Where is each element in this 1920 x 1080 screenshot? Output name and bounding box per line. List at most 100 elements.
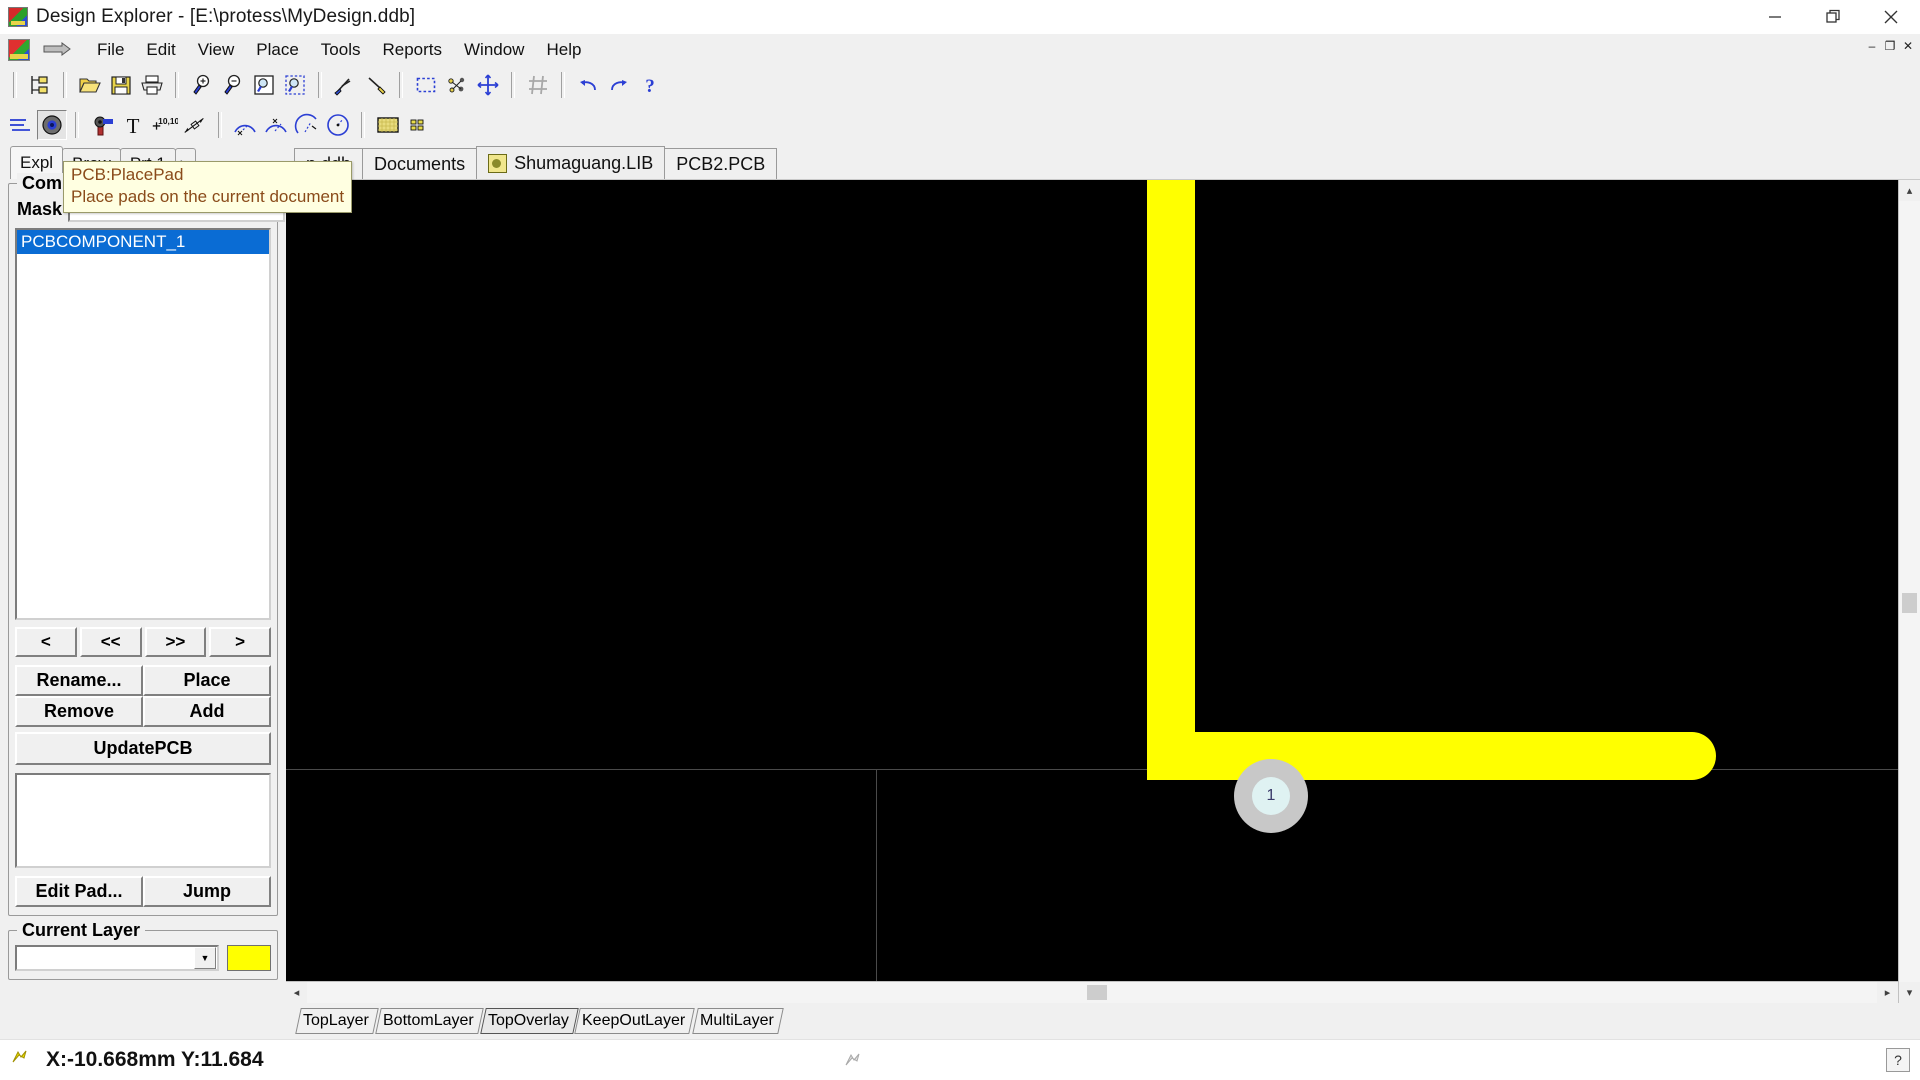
zoom-in-icon[interactable] xyxy=(187,70,217,100)
scroll-down-button[interactable]: ▾ xyxy=(1899,982,1920,1003)
doc-tab-label: Documents xyxy=(374,153,466,174)
app-logo-icon xyxy=(8,7,28,27)
current-layer-row: ▼ xyxy=(15,945,271,971)
place-arc-center-icon[interactable] xyxy=(230,110,260,140)
place-pad-icon[interactable] xyxy=(37,110,67,140)
doc-tab-pcb2-pcb[interactable]: PCB2.PCB xyxy=(664,148,778,179)
left-panel: Expl Brow Prt 1 ▶ Components Mask PCBCOM… xyxy=(0,145,286,1039)
close-window-button[interactable] xyxy=(1862,0,1920,34)
last-component-button[interactable]: >> xyxy=(144,627,207,657)
doc-tab-label: Shumaguang.LIB xyxy=(514,152,654,173)
layer-tab-multilayer[interactable]: MultiLayer xyxy=(691,1008,784,1034)
horizontal-scroll-thumb[interactable] xyxy=(1087,985,1107,1000)
place-coordinate-icon[interactable]: 10,10 xyxy=(149,110,179,140)
open-folder-icon[interactable] xyxy=(75,70,105,100)
move-selection-icon[interactable] xyxy=(442,70,472,100)
prev-component-button[interactable]: < xyxy=(15,627,77,657)
minimize-window-button[interactable] xyxy=(1746,0,1804,34)
vertical-scroll-thumb[interactable] xyxy=(1902,593,1917,613)
scroll-left-button[interactable]: ◂ xyxy=(286,982,307,1003)
mdi-close-button[interactable]: ✕ xyxy=(1900,38,1916,54)
current-layer-select[interactable]: ▼ xyxy=(15,945,219,971)
zoom-area-icon[interactable] xyxy=(280,70,310,100)
cut-icon[interactable] xyxy=(330,70,360,100)
doc-tab-documents[interactable]: Documents xyxy=(362,148,478,179)
layer-tab-label: KeepOutLayer xyxy=(582,1012,686,1029)
zoom-out-icon[interactable] xyxy=(218,70,248,100)
edit-pad-button[interactable]: Edit Pad... xyxy=(15,876,143,907)
place-full-circle-icon[interactable] xyxy=(323,110,353,140)
layer-tab-topoverlay[interactable]: TopOverlay xyxy=(479,1008,579,1034)
place-arc-edge-icon[interactable] xyxy=(261,110,291,140)
place-string-icon[interactable]: T xyxy=(118,110,148,140)
toolbar-separator xyxy=(511,72,515,98)
pcb-canvas[interactable]: 1 xyxy=(286,180,1898,981)
help-icon[interactable]: ? xyxy=(635,70,665,100)
pcb-track-vertical[interactable] xyxy=(1147,180,1195,780)
toolbar-separator xyxy=(361,112,365,138)
design-explorer-icon[interactable] xyxy=(25,70,55,100)
remove-button[interactable]: Remove xyxy=(15,696,143,727)
place-arc-any-icon[interactable] xyxy=(292,110,322,140)
scroll-up-button[interactable]: ▴ xyxy=(1899,180,1920,201)
horizontal-scroll-track[interactable] xyxy=(307,982,1877,1003)
place-fill-icon[interactable] xyxy=(373,110,403,140)
maximize-window-button[interactable] xyxy=(1804,0,1862,34)
update-pcb-button[interactable]: UpdatePCB xyxy=(15,732,271,765)
pcb-track-horizontal[interactable] xyxy=(1147,732,1692,780)
menu-window[interactable]: Window xyxy=(453,38,535,62)
pcb-pad-number: 1 xyxy=(1252,777,1290,815)
menu-tools[interactable]: Tools xyxy=(310,38,372,62)
dropdown-arrow-icon[interactable] xyxy=(40,39,74,61)
mdi-minimize-button[interactable]: – xyxy=(1864,38,1880,54)
current-layer-color-swatch[interactable] xyxy=(227,945,271,971)
window-title: Design Explorer - [E:\protess\MyDesign.d… xyxy=(36,6,416,27)
layer-tab-toplayer[interactable]: TopLayer xyxy=(295,1008,379,1034)
vertical-scrollbar[interactable]: ▴ ▾ xyxy=(1898,180,1920,1003)
mdi-restore-button[interactable]: ❐ xyxy=(1882,38,1898,54)
main-toolbar: ? xyxy=(0,65,1920,105)
move-icon[interactable] xyxy=(473,70,503,100)
list-item[interactable]: PCBCOMPONENT_1 xyxy=(17,230,269,254)
place-array-icon[interactable] xyxy=(404,110,434,140)
menu-view[interactable]: View xyxy=(187,38,246,62)
placement-toolbar: T 10,10 xyxy=(0,105,1920,145)
status-help-button[interactable]: ? xyxy=(1886,1048,1910,1072)
scroll-right-button[interactable]: ▸ xyxy=(1877,982,1898,1003)
svg-text:?: ? xyxy=(645,76,655,97)
menu-file[interactable]: File xyxy=(86,38,135,62)
menu-reports[interactable]: Reports xyxy=(371,38,453,62)
cursor-icon xyxy=(12,1049,36,1072)
redo-icon[interactable] xyxy=(604,70,634,100)
menu-help[interactable]: Help xyxy=(535,38,592,62)
zoom-document-icon[interactable] xyxy=(249,70,279,100)
doc-tab-shumaguang-lib[interactable]: Shumaguang.LIB xyxy=(476,146,666,179)
add-button[interactable]: Add xyxy=(143,696,271,727)
print-icon[interactable] xyxy=(137,70,167,100)
menu-place[interactable]: Place xyxy=(245,38,310,62)
tooltip-title: PCB:PlacePad xyxy=(71,165,184,184)
undo-icon[interactable] xyxy=(573,70,603,100)
jump-button[interactable]: Jump xyxy=(143,876,271,907)
components-listbox[interactable]: PCBCOMPONENT_1 xyxy=(15,228,271,620)
layer-tab-bottomlayer[interactable]: BottomLayer xyxy=(375,1008,484,1034)
next-component-button[interactable]: > xyxy=(209,627,271,657)
rename-button[interactable]: Rename... xyxy=(15,665,143,696)
place-track-icon[interactable] xyxy=(6,110,36,140)
toggle-grid-icon[interactable] xyxy=(523,70,553,100)
place-via-icon[interactable] xyxy=(87,110,117,140)
place-dimension-icon[interactable] xyxy=(180,110,210,140)
menu-edit[interactable]: Edit xyxy=(135,38,186,62)
pads-listbox[interactable] xyxy=(15,773,271,868)
tooltip-description: Place pads on the current document xyxy=(71,187,345,206)
place-button[interactable]: Place xyxy=(143,665,271,696)
first-component-button[interactable]: << xyxy=(79,627,142,657)
pcb-pad[interactable]: 1 xyxy=(1234,759,1308,833)
paste-special-icon[interactable] xyxy=(361,70,391,100)
chevron-down-icon[interactable]: ▼ xyxy=(194,947,216,969)
vertical-scroll-track[interactable] xyxy=(1899,201,1920,982)
save-icon[interactable] xyxy=(106,70,136,100)
layer-tab-keepoutlayer[interactable]: KeepOutLayer xyxy=(574,1008,696,1034)
horizontal-scrollbar[interactable]: ◂ ▸ xyxy=(286,981,1898,1003)
select-area-icon[interactable] xyxy=(411,70,441,100)
